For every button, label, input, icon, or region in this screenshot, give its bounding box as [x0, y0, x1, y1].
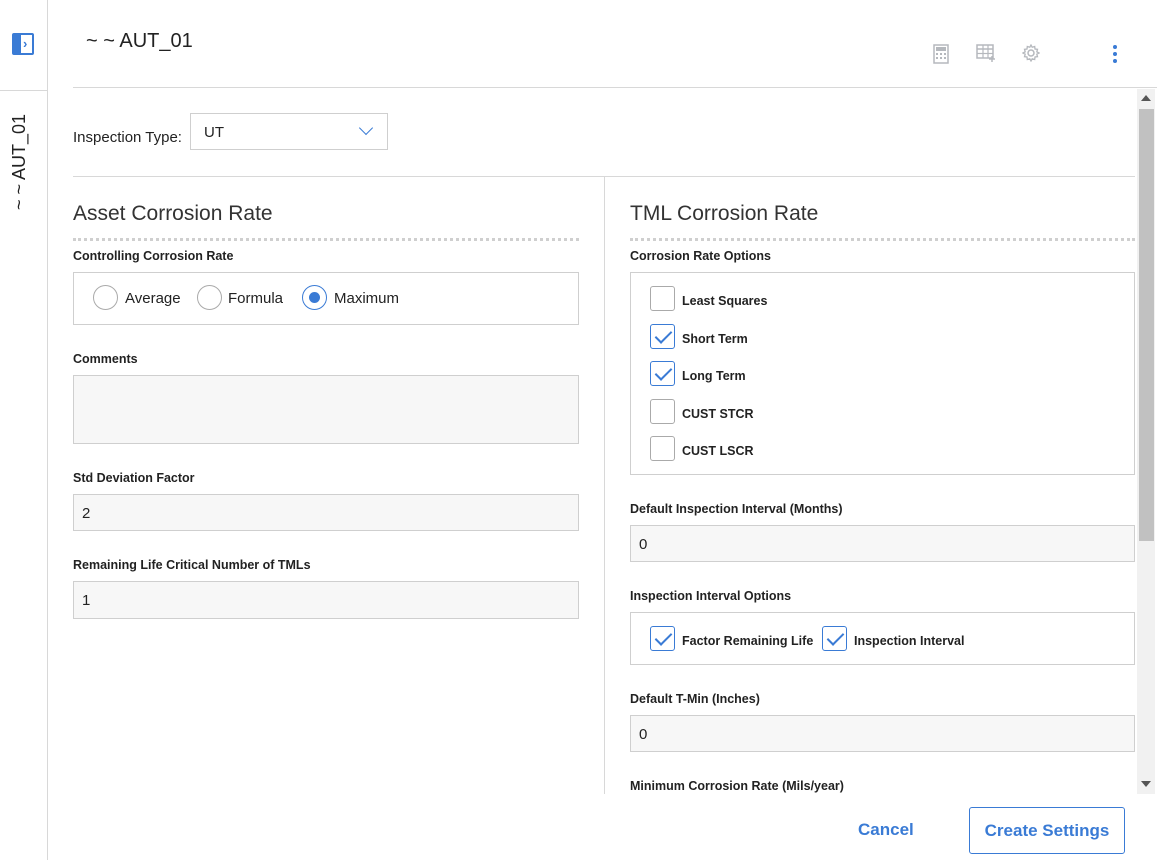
default-tmin-input[interactable]: 0: [630, 715, 1135, 752]
checkbox-cust-lscr-label[interactable]: CUST LSCR: [682, 444, 754, 458]
chevron-down-icon: [358, 120, 374, 136]
column-divider: [604, 177, 605, 794]
checkbox-cust-stcr[interactable]: [650, 399, 675, 424]
content-scrollbar[interactable]: [1137, 89, 1155, 794]
inspection-type-value: UT: [204, 124, 224, 141]
page-header: ~ ~ AUT_01: [73, 0, 1157, 88]
checkbox-factor-remaining-life-label[interactable]: Factor Remaining Life: [682, 634, 813, 648]
corrosion-rate-options-group: Least Squares Short Term Long Term CUST …: [630, 272, 1135, 475]
asset-corrosion-title: Asset Corrosion Rate: [73, 202, 273, 225]
checkbox-short-term-label[interactable]: Short Term: [682, 332, 748, 346]
controlling-corrosion-label: Controlling Corrosion Rate: [73, 249, 234, 263]
default-interval-label: Default Inspection Interval (Months): [630, 502, 843, 516]
inspection-type-label: Inspection Type:: [73, 129, 182, 146]
interval-options-group: Factor Remaining Life Inspection Interva…: [630, 612, 1135, 665]
radio-maximum-label[interactable]: Maximum: [334, 290, 399, 307]
checkbox-long-term-label[interactable]: Long Term: [682, 369, 746, 383]
checkbox-least-squares[interactable]: [650, 286, 675, 311]
checkbox-long-term[interactable]: [650, 361, 675, 386]
scroll-thumb[interactable]: [1139, 109, 1154, 541]
checkbox-factor-remaining-life[interactable]: [650, 626, 675, 651]
std-deviation-label: Std Deviation Factor: [73, 471, 195, 485]
remaining-life-input[interactable]: 1: [73, 581, 579, 619]
interval-options-label: Inspection Interval Options: [630, 589, 792, 603]
cancel-button[interactable]: Cancel: [858, 820, 914, 840]
asset-title-underline: [73, 238, 579, 241]
create-settings-button[interactable]: Create Settings: [969, 807, 1125, 854]
radio-average-label[interactable]: Average: [125, 290, 181, 307]
checkbox-inspection-interval[interactable]: [822, 626, 847, 651]
default-interval-input[interactable]: 0: [630, 525, 1135, 562]
radio-formula[interactable]: [197, 285, 222, 310]
calculator-icon[interactable]: [931, 44, 951, 64]
rail-tab-label[interactable]: ~ ~ AUT_01: [9, 114, 30, 210]
rail-divider: [0, 90, 48, 91]
radio-average[interactable]: [93, 285, 118, 310]
gear-icon[interactable]: [1021, 43, 1041, 64]
checkbox-inspection-interval-label[interactable]: Inspection Interval: [854, 634, 964, 648]
checkbox-cust-lscr[interactable]: [650, 436, 675, 461]
checkbox-cust-stcr-label[interactable]: CUST STCR: [682, 407, 754, 421]
inspection-type-select[interactable]: UT: [190, 113, 388, 150]
checkbox-short-term[interactable]: [650, 324, 675, 349]
controlling-corrosion-radio-group: Average Formula Maximum: [73, 272, 579, 325]
comments-textarea[interactable]: [73, 375, 579, 444]
table-add-icon[interactable]: [976, 44, 996, 64]
min-corrosion-rate-label: Minimum Corrosion Rate (Mils/year): [630, 779, 844, 793]
settings-content: Inspection Type: UT Asset Corrosion Rate…: [73, 89, 1135, 794]
tml-corrosion-title: TML Corrosion Rate: [630, 202, 819, 225]
left-rail: › ~ ~ AUT_01: [0, 0, 48, 860]
corrosion-rate-options-label: Corrosion Rate Options: [630, 249, 771, 263]
expand-panel-icon[interactable]: ›: [12, 33, 34, 55]
radio-maximum[interactable]: [302, 285, 327, 310]
radio-formula-label[interactable]: Formula: [228, 290, 283, 307]
std-deviation-input[interactable]: 2: [73, 494, 579, 531]
checkbox-least-squares-label[interactable]: Least Squares: [682, 294, 767, 308]
page-title: ~ ~ AUT_01: [86, 30, 193, 52]
comments-label: Comments: [73, 352, 138, 366]
kebab-menu-icon[interactable]: [1112, 45, 1118, 65]
tml-title-underline: [630, 238, 1135, 241]
default-tmin-label: Default T-Min (Inches): [630, 692, 760, 706]
remaining-life-label: Remaining Life Critical Number of TMLs: [73, 558, 311, 572]
scroll-down-arrow-icon[interactable]: [1141, 781, 1151, 787]
scroll-up-arrow-icon[interactable]: [1141, 95, 1151, 101]
